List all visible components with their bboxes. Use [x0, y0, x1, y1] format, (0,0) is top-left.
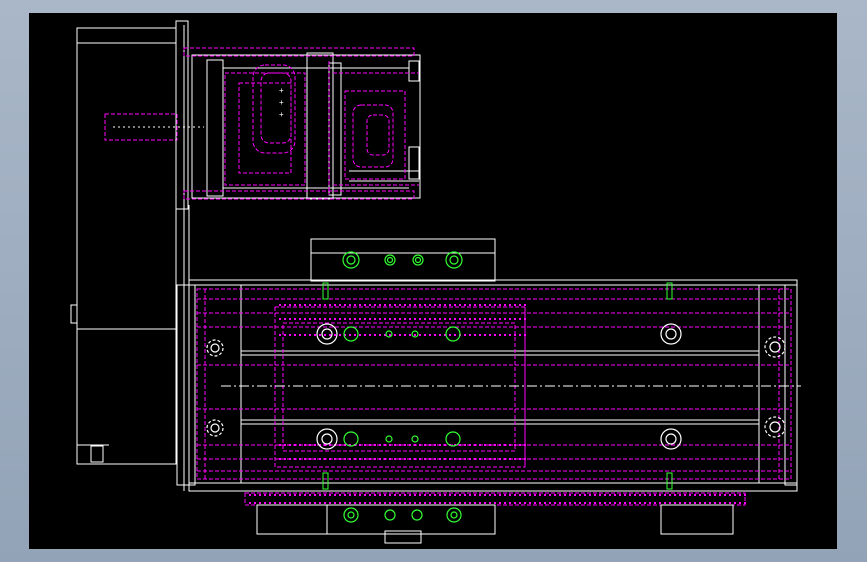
svg-text:+: + — [279, 86, 284, 95]
coupling-centerline-marks: + + + — [279, 86, 284, 119]
svg-text:+: + — [279, 110, 284, 119]
svg-text:+: + — [279, 98, 284, 107]
cad-viewport[interactable]: + + + — [29, 13, 837, 549]
cad-drawing[interactable]: + + + — [29, 13, 837, 549]
